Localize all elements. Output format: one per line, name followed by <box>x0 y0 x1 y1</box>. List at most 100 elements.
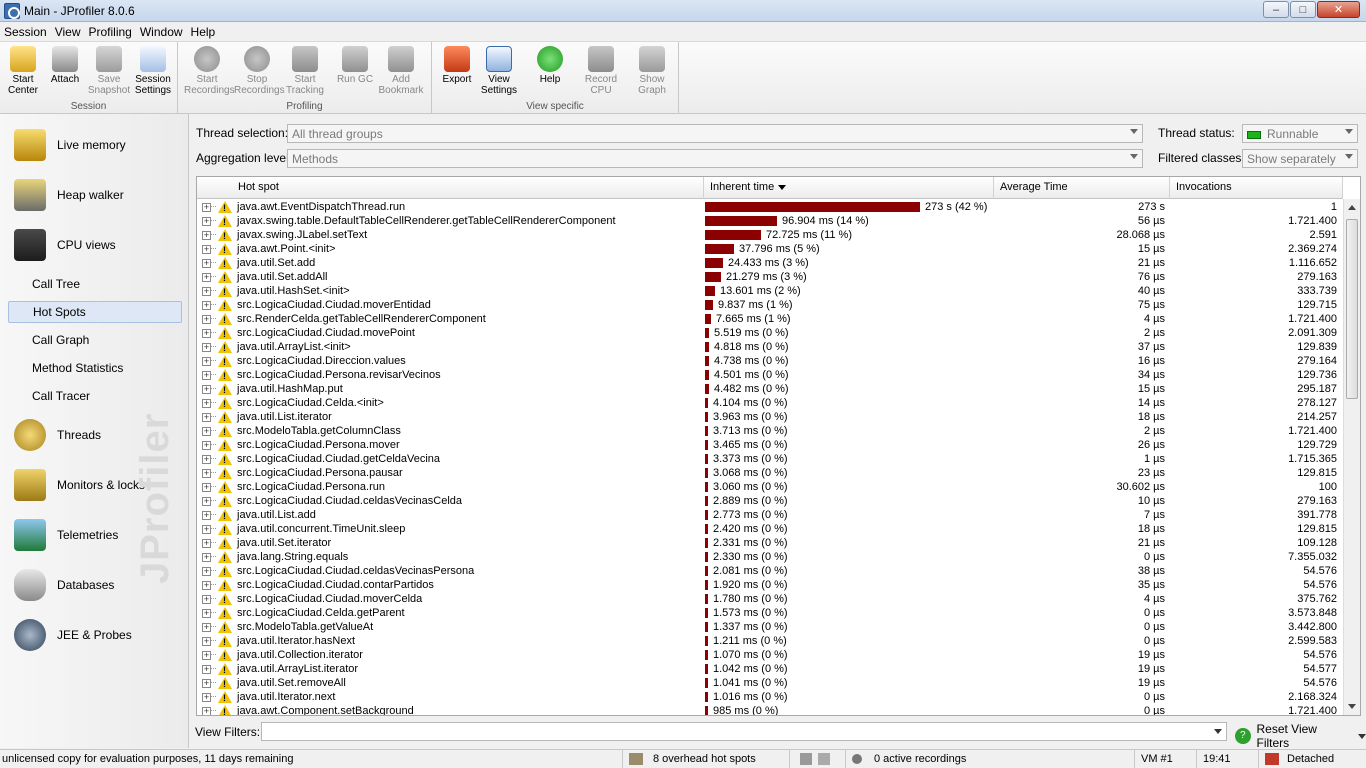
expand-node-icon[interactable]: + <box>202 287 211 296</box>
table-row[interactable]: + java.util.List.add 2.773 ms (0 %) 7 µs 391… <box>197 508 1343 522</box>
table-row[interactable]: + java.awt.Component.setBackground 985 ms … <box>197 704 1343 715</box>
chevron-down-icon[interactable] <box>1358 733 1366 739</box>
column-inherent-time[interactable]: Inherent time <box>704 177 994 199</box>
table-row[interactable]: + java.util.List.iterator 3.963 ms (0 %) 18… <box>197 410 1343 424</box>
expand-node-icon[interactable]: + <box>202 455 211 464</box>
vertical-scrollbar[interactable] <box>1343 199 1360 715</box>
expand-node-icon[interactable]: + <box>202 651 211 660</box>
expand-node-icon[interactable]: + <box>202 315 211 324</box>
expand-node-icon[interactable]: + <box>202 637 211 646</box>
expand-node-icon[interactable]: + <box>202 679 211 688</box>
table-row[interactable]: + java.util.Set.add 24.433 ms (3 %) 21 µs 1.… <box>197 256 1343 270</box>
table-row[interactable]: + java.util.Iterator.hasNext 1.211 ms (0 %… <box>197 634 1343 648</box>
table-row[interactable]: + src.LogicaCiudad.Ciudad.moverEntidad 9.8… <box>197 298 1343 312</box>
expand-node-icon[interactable]: + <box>202 511 211 520</box>
table-row[interactable]: + java.util.ArrayList.iterator 1.042 ms (0… <box>197 662 1343 676</box>
table-row[interactable]: + java.util.Iterator.next 1.016 ms (0 %) 0 … <box>197 690 1343 704</box>
expand-node-icon[interactable]: + <box>202 441 211 450</box>
table-row[interactable]: + java.util.concurrent.TimeUnit.sleep 2.42… <box>197 522 1343 536</box>
table-row[interactable]: + java.awt.Point.<init> 37.796 ms (5 %) 15 … <box>197 242 1343 256</box>
table-row[interactable]: + src.LogicaCiudad.Celda.<init> 4.104 ms (… <box>197 396 1343 410</box>
expand-node-icon[interactable]: + <box>202 203 211 212</box>
bookmark-status[interactable] <box>789 750 845 768</box>
table-row[interactable]: + src.LogicaCiudad.Celda.getParent 1.573 m… <box>197 606 1343 620</box>
expand-node-icon[interactable]: + <box>202 623 211 632</box>
table-row[interactable]: + java.util.HashMap.put 4.482 ms (0 %) 15 µ… <box>197 382 1343 396</box>
expand-node-icon[interactable]: + <box>202 371 211 380</box>
table-row[interactable]: + src.LogicaCiudad.Persona.run 3.060 ms (0… <box>197 480 1343 494</box>
expand-node-icon[interactable]: + <box>202 399 211 408</box>
menu-session[interactable]: Session <box>0 25 51 39</box>
sidebar-item-call-tracer[interactable]: Call Tracer <box>8 385 182 407</box>
expand-node-icon[interactable]: + <box>202 357 211 366</box>
table-row[interactable]: + src.LogicaCiudad.Ciudad.movePoint 5.519 … <box>197 326 1343 340</box>
expand-node-icon[interactable]: + <box>202 245 211 254</box>
table-row[interactable]: + java.util.Collection.iterator 1.070 ms (… <box>197 648 1343 662</box>
expand-node-icon[interactable]: + <box>202 329 211 338</box>
table-row[interactable]: + src.LogicaCiudad.Ciudad.celdasVecinasPe… <box>197 564 1343 578</box>
add-bookmark-button[interactable]: Add Bookmark <box>378 44 424 96</box>
expand-node-icon[interactable]: + <box>202 581 211 590</box>
expand-node-icon[interactable]: + <box>202 385 211 394</box>
column-invocations[interactable]: Invocations <box>1170 177 1343 199</box>
expand-node-icon[interactable]: + <box>202 497 211 506</box>
expand-node-icon[interactable]: + <box>202 217 211 226</box>
run-gc-button[interactable]: Run GC <box>332 44 378 85</box>
attach-button[interactable]: Attach <box>42 44 88 85</box>
maximize-button[interactable]: □ <box>1290 1 1316 18</box>
expand-node-icon[interactable]: + <box>202 665 211 674</box>
expand-node-icon[interactable]: + <box>202 469 211 478</box>
expand-node-icon[interactable]: + <box>202 483 211 492</box>
column-hot-spot[interactable]: Hot spot <box>197 177 704 199</box>
thread-selection-combo[interactable]: All thread groups <box>287 124 1143 143</box>
expand-node-icon[interactable]: + <box>202 273 211 282</box>
table-row[interactable]: + src.LogicaCiudad.Ciudad.moverCelda 1.780… <box>197 592 1343 606</box>
expand-node-icon[interactable]: + <box>202 693 211 702</box>
close-button[interactable]: ✕ <box>1317 1 1360 18</box>
table-row[interactable]: + src.LogicaCiudad.Ciudad.contarPartidos 1… <box>197 578 1343 592</box>
start-tracking-button[interactable]: Start Tracking <box>282 44 328 96</box>
column-average-time[interactable]: Average Time <box>994 177 1170 199</box>
table-row[interactable]: + java.util.HashSet.<init> 13.601 ms (2 %)… <box>197 284 1343 298</box>
export-button[interactable]: Export <box>434 44 480 85</box>
expand-node-icon[interactable]: + <box>202 231 211 240</box>
sidebar-item-live-memory[interactable]: Live memory <box>14 127 126 163</box>
table-row[interactable]: + java.lang.String.equals 2.330 ms (0 %) 0 … <box>197 550 1343 564</box>
table-row[interactable]: + java.util.Set.iterator 2.331 ms (0 %) 21 … <box>197 536 1343 550</box>
expand-node-icon[interactable]: + <box>202 259 211 268</box>
stop-recordings-button[interactable]: Stop Recordings <box>234 44 285 96</box>
minimize-button[interactable]: – <box>1263 1 1289 18</box>
table-row[interactable]: + java.awt.EventDispatchThread.run 273 s (… <box>197 200 1343 214</box>
sidebar-item-databases[interactable]: Databases <box>14 567 114 603</box>
expand-node-icon[interactable]: + <box>202 525 211 534</box>
table-row[interactable]: + java.util.Set.removeAll 1.041 ms (0 %) 19… <box>197 676 1343 690</box>
scroll-up-icon[interactable] <box>1348 205 1356 210</box>
table-row[interactable]: + src.ModeloTabla.getColumnClass 3.713 ms … <box>197 424 1343 438</box>
aggregation-level-combo[interactable]: Methods <box>287 149 1143 168</box>
table-row[interactable]: + java.util.ArrayList.<init> 4.818 ms (0 %… <box>197 340 1343 354</box>
save-snapshot-button[interactable]: Save Snapshot <box>86 44 132 96</box>
sidebar-item-jee-probes[interactable]: JEE & Probes <box>14 617 132 653</box>
sidebar-item-monitors-locks[interactable]: Monitors & locks <box>14 467 145 503</box>
expand-node-icon[interactable]: + <box>202 413 211 422</box>
recordings-status[interactable]: 0 active recordings <box>845 750 966 768</box>
table-row[interactable]: + src.LogicaCiudad.Direccion.values 4.738 … <box>197 354 1343 368</box>
filtered-classes-combo[interactable]: Show separately <box>1242 149 1358 168</box>
expand-node-icon[interactable]: + <box>202 609 211 618</box>
table-row[interactable]: + src.LogicaCiudad.Persona.mover 3.465 ms … <box>197 438 1343 452</box>
table-row[interactable]: + src.RenderCelda.getTableCellRendererCom… <box>197 312 1343 326</box>
detached-status[interactable]: Detached <box>1258 750 1334 768</box>
view-filter-input[interactable] <box>261 722 1227 741</box>
sidebar-item-hot-spots[interactable]: Hot Spots <box>8 301 182 323</box>
sidebar-item-heap-walker[interactable]: Heap walker <box>14 177 124 213</box>
expand-node-icon[interactable]: + <box>202 567 211 576</box>
chevron-down-icon[interactable] <box>1214 729 1222 734</box>
table-row[interactable]: + javax.swing.JLabel.setText 72.725 ms (11… <box>197 228 1343 242</box>
expand-node-icon[interactable]: + <box>202 707 211 715</box>
scroll-down-icon[interactable] <box>1348 704 1356 709</box>
table-row[interactable]: + src.LogicaCiudad.Ciudad.getCeldaVecina 3… <box>197 452 1343 466</box>
show-graph-button[interactable]: Show Graph <box>629 44 675 96</box>
expand-node-icon[interactable]: + <box>202 595 211 604</box>
menu-profiling[interactable]: Profiling <box>85 25 136 39</box>
scrollbar-thumb[interactable] <box>1346 219 1358 399</box>
